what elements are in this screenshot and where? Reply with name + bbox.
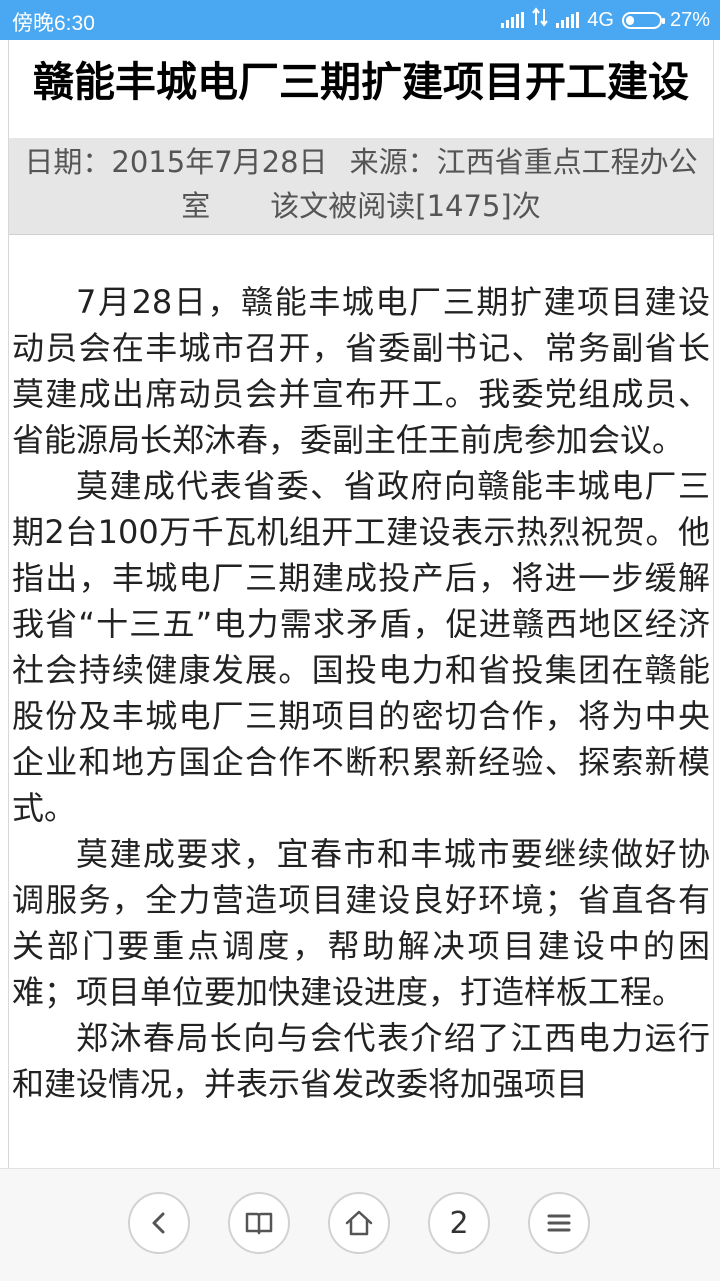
article-meta: 日期：2015年7月28日 来源：江西省重点工程办公室 该文被阅读[1475]次	[9, 138, 713, 235]
source-label: 来源：	[349, 145, 437, 179]
back-icon	[152, 1212, 165, 1234]
status-time: 傍晚6:30	[12, 12, 95, 35]
tabs-icon: 2	[449, 1205, 469, 1241]
bottom-nav: 2	[0, 1168, 720, 1281]
bookmarks-button[interactable]	[228, 1192, 290, 1254]
status-icons: 4G 27%	[501, 7, 710, 33]
article-body: 7月28日，赣能丰城电厂三期扩建项目建设动员会在丰城市召开，省委副书记、常务副省…	[9, 235, 713, 1107]
battery-icon	[621, 11, 665, 29]
signal-icon	[501, 12, 525, 28]
article-paragraph: 郑沐春局长向与会代表介绍了江西电力运行和建设情况，并表示省发改委将加强项目	[12, 1019, 710, 1103]
article-paragraph: 7月28日，赣能丰城电厂三期扩建项目建设动员会在丰城市召开，省委副书记、常务副省…	[12, 283, 710, 459]
network-type: 4G	[587, 8, 614, 31]
article-paragraph: 莫建成要求，宜春市和丰城市要继续做好协调服务，全力营造项目建设良好环境；省直各有…	[12, 835, 710, 1011]
data-transfer-icon	[532, 7, 549, 33]
tabs-button[interactable]: 2	[428, 1192, 490, 1254]
article-date: 2015年7月28日	[111, 145, 328, 179]
signal-icon	[556, 12, 580, 28]
status-bar: 傍晚6:30 4G 27%	[0, 0, 720, 40]
read-suffix: 次	[511, 189, 541, 223]
bookmarks-icon	[245, 1212, 273, 1235]
menu-icon	[547, 1214, 571, 1232]
date-label: 日期：	[24, 145, 112, 179]
home-button[interactable]	[328, 1192, 390, 1254]
article-frame: 赣能丰城电厂三期扩建项目开工建设 日期：2015年7月28日 来源：江西省重点工程…	[8, 40, 714, 1168]
article-paragraph: 莫建成代表省委、省政府向赣能丰城电厂三期2台100万千瓦机组开工建设表示热烈祝贺…	[12, 467, 710, 827]
battery-level: 27%	[669, 8, 710, 31]
article-title: 赣能丰城电厂三期扩建项目开工建设	[33, 58, 689, 106]
home-icon	[345, 1210, 373, 1236]
read-prefix: 该文被阅读	[270, 189, 416, 223]
menu-button[interactable]	[528, 1192, 590, 1254]
read-count: [1475]	[415, 189, 512, 223]
back-button[interactable]	[128, 1192, 190, 1254]
